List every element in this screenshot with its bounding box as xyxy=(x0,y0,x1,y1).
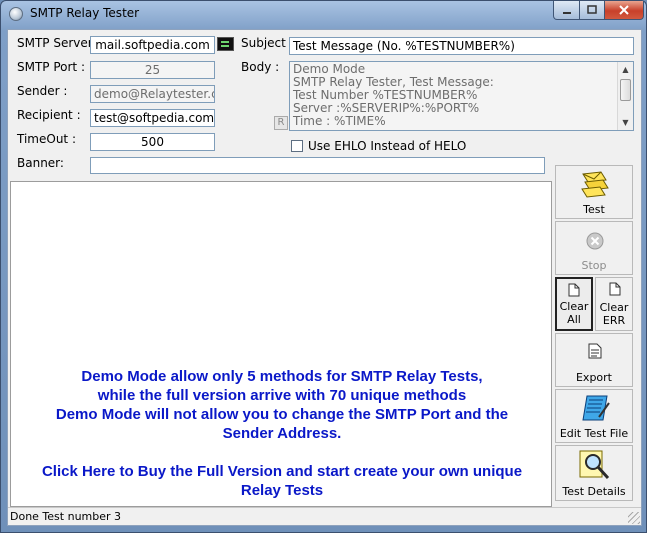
maximize-icon xyxy=(587,5,597,14)
clear-all-button[interactable]: Clear All xyxy=(555,277,593,331)
buy-line[interactable]: Click Here to Buy the Full Version and s… xyxy=(11,462,553,481)
clear-all-label-1: Clear xyxy=(559,300,589,313)
test-button[interactable]: Test xyxy=(555,165,633,219)
scroll-down-icon[interactable]: ▼ xyxy=(618,115,633,130)
body-textarea[interactable]: Demo Mode SMTP Relay Tester, Test Messag… xyxy=(289,61,634,131)
smtp-port-label: SMTP Port : xyxy=(17,60,85,74)
terminal-icon[interactable] xyxy=(217,37,234,51)
subject-input[interactable]: Test Message (No. %TESTNUMBER%) xyxy=(289,37,634,55)
body-line: Time : %TIME% xyxy=(293,114,386,128)
ehlo-label: Use EHLO Instead of HELO xyxy=(308,139,467,153)
clear-err-button[interactable]: Clear ERR xyxy=(595,277,633,331)
smtp-server-input[interactable]: mail.softpedia.com xyxy=(90,36,215,54)
recipient-label: Recipient : xyxy=(17,108,81,122)
magnifier-icon xyxy=(579,450,610,480)
ehlo-checkbox[interactable] xyxy=(291,140,303,152)
smtp-server-label: SMTP Server : xyxy=(17,36,101,50)
timeout-label: TimeOut : xyxy=(17,132,76,146)
clear-err-label-1: Clear xyxy=(599,301,629,314)
timeout-input[interactable]: 500 xyxy=(90,133,215,151)
stop-button-label: Stop xyxy=(581,259,607,272)
demo-line: Demo Mode will not allow you to change t… xyxy=(55,406,509,423)
export-button-label: Export xyxy=(575,371,612,384)
banner-input[interactable] xyxy=(90,157,545,174)
export-button[interactable]: Export xyxy=(555,333,633,387)
scroll-up-icon[interactable]: ▲ xyxy=(618,62,633,77)
title-bar[interactable]: SMTP Relay Tester xyxy=(1,1,646,27)
app-window: SMTP Relay Tester SMTP Server : mail.sof… xyxy=(0,0,647,533)
stop-button[interactable]: Stop xyxy=(555,221,633,275)
window-title: SMTP Relay Tester xyxy=(30,6,140,20)
edit-test-file-button[interactable]: Edit Test File xyxy=(555,389,633,443)
close-button[interactable] xyxy=(604,1,644,20)
close-icon xyxy=(619,5,629,15)
resize-grip-icon[interactable] xyxy=(628,512,640,524)
minimize-button[interactable] xyxy=(553,1,580,20)
test-button-label: Test xyxy=(583,203,605,216)
test-details-button[interactable]: Test Details xyxy=(555,445,633,501)
clear-all-label-2: All xyxy=(567,313,581,326)
maximize-button[interactable] xyxy=(579,1,605,20)
status-text: Done Test number 3 xyxy=(10,510,122,523)
minimize-icon xyxy=(562,12,571,14)
demo-message: Demo Mode allow only 5 methods for SMTP … xyxy=(11,367,553,443)
test-details-label: Test Details xyxy=(562,485,626,498)
r-button[interactable]: R xyxy=(274,116,288,130)
body-label: Body : xyxy=(241,60,280,74)
buy-full-version-link[interactable]: Click Here to Buy the Full Version and s… xyxy=(11,462,553,500)
document-icon xyxy=(568,283,580,297)
recipient-input[interactable]: test@softpedia.com xyxy=(90,109,215,127)
export-document-icon xyxy=(588,343,602,359)
edit-test-file-label: Edit Test File xyxy=(559,427,629,440)
log-output[interactable]: Demo Mode allow only 5 methods for SMTP … xyxy=(10,181,552,507)
clear-err-label-2: ERR xyxy=(602,314,626,327)
demo-line: Sender Address. xyxy=(222,425,342,442)
demo-line: while the full version arrive with 70 un… xyxy=(97,387,467,404)
sender-label: Sender : xyxy=(17,84,68,98)
client-area: SMTP Server : mail.softpedia.com SMTP Po… xyxy=(7,29,642,526)
envelopes-icon xyxy=(581,171,609,198)
buy-line[interactable]: Relay Tests xyxy=(11,481,553,500)
sender-input[interactable]: demo@Relaytester.com xyxy=(90,85,215,103)
body-scrollbar[interactable]: ▲ ▼ xyxy=(617,62,633,130)
status-bar: Done Test number 3 xyxy=(8,507,641,525)
document-icon xyxy=(609,282,621,296)
banner-label: Banner: xyxy=(17,156,64,170)
app-icon xyxy=(9,7,23,21)
scroll-thumb[interactable] xyxy=(620,79,631,101)
stop-icon xyxy=(586,232,604,250)
demo-line: Demo Mode allow only 5 methods for SMTP … xyxy=(81,368,483,385)
notepad-icon xyxy=(582,395,610,421)
smtp-port-input[interactable]: 25 xyxy=(90,61,215,79)
subject-label: Subject : xyxy=(241,36,294,50)
